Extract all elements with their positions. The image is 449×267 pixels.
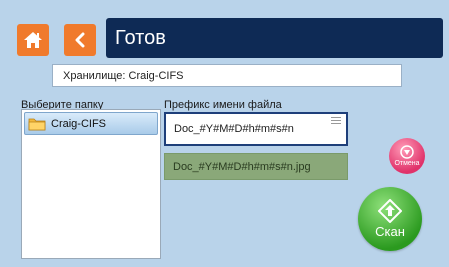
- filename-preview: Doc_#Y#M#D#h#m#s#n.jpg: [164, 153, 348, 180]
- scan-label: Скан: [375, 224, 405, 239]
- cancel-label: Отмена: [394, 160, 420, 167]
- storage-field: Хранилище: Craig-CIFS: [52, 64, 402, 87]
- filename-prefix-label: Префикс имени файла: [164, 99, 282, 111]
- home-button[interactable]: [17, 24, 49, 56]
- title-bar: Готов: [106, 18, 443, 58]
- filename-prefix-input[interactable]: Doc_#Y#M#D#h#m#s#n: [164, 112, 348, 146]
- folder-item-craig-cifs[interactable]: Craig-CIFS: [24, 112, 158, 135]
- stop-icon: [400, 145, 414, 159]
- filename-preview-text: Doc_#Y#M#D#h#m#s#n.jpg: [173, 160, 311, 173]
- chevron-left-icon: [75, 32, 85, 48]
- filename-prefix-value: Doc_#Y#M#D#h#m#s#n: [174, 123, 294, 135]
- page-title: Готов: [115, 26, 166, 49]
- home-icon: [24, 32, 42, 48]
- scan-button[interactable]: Скан: [358, 187, 422, 251]
- folder-icon: [28, 118, 46, 130]
- menu-lines-icon[interactable]: [331, 117, 341, 124]
- scan-diamond-icon: [378, 199, 402, 223]
- folder-list[interactable]: Craig-CIFS: [21, 109, 161, 259]
- storage-text: Хранилище: Craig-CIFS: [63, 69, 184, 82]
- back-button[interactable]: [64, 24, 96, 56]
- folder-item-label: Craig-CIFS: [51, 117, 107, 130]
- cancel-button[interactable]: Отмена: [389, 138, 425, 174]
